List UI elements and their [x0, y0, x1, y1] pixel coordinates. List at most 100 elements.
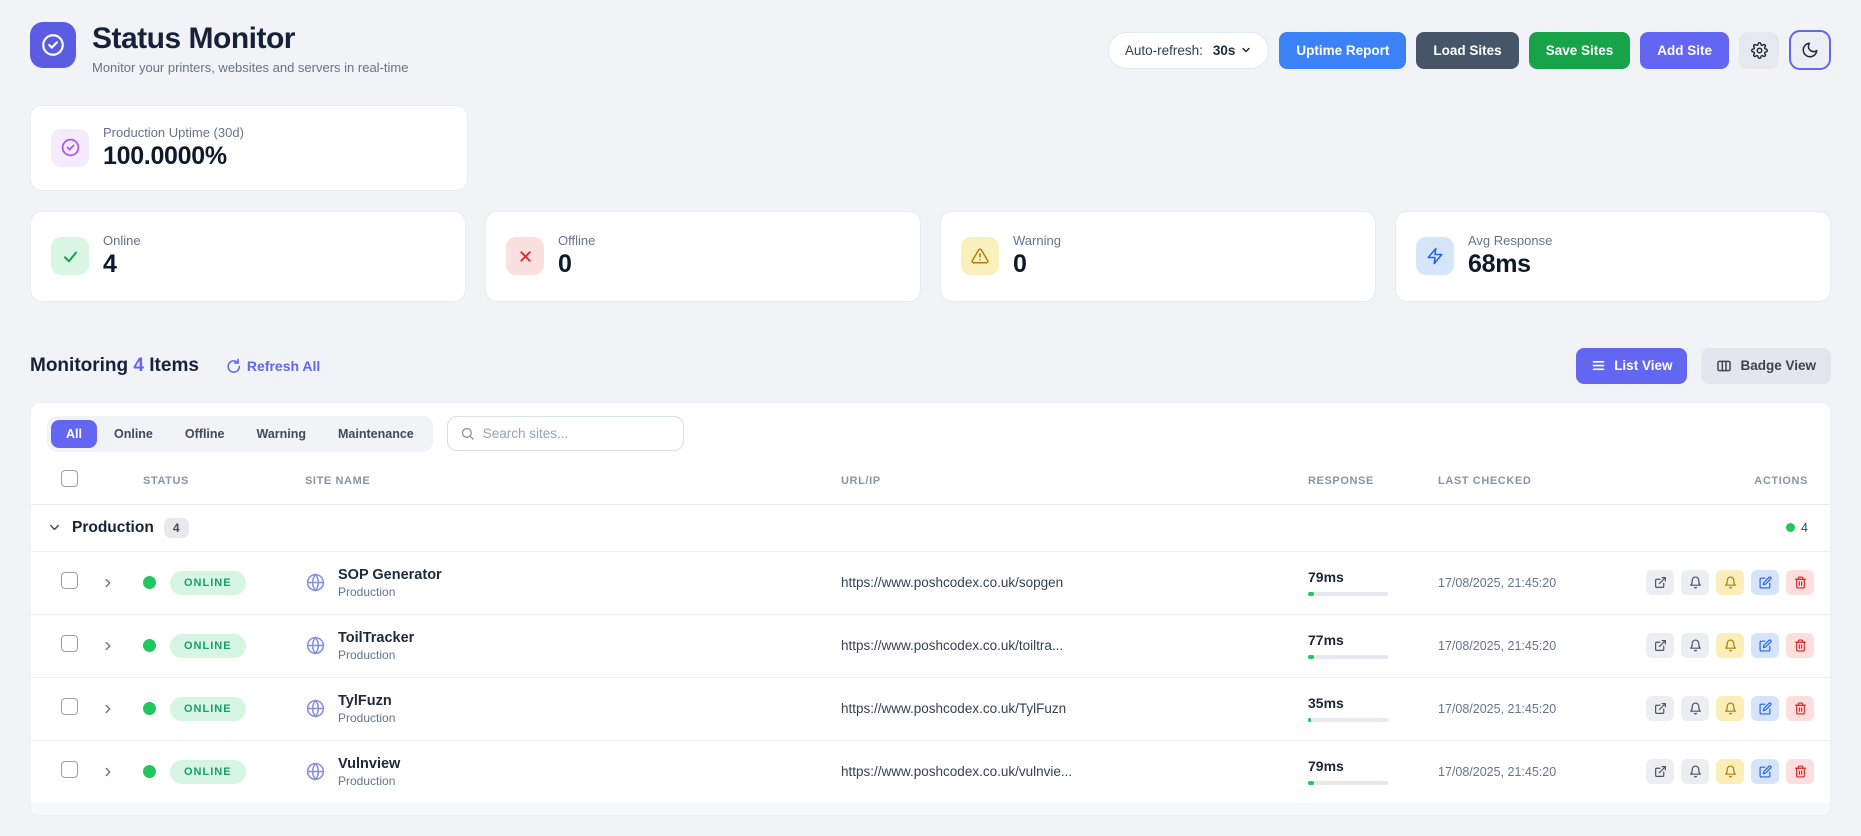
external-link-icon — [1654, 576, 1667, 589]
response-bar — [1308, 718, 1388, 722]
tab-all[interactable]: All — [51, 419, 97, 448]
table-row: ONLINE Vulnview Production https://www.p… — [31, 739, 1830, 803]
edit-icon — [1758, 765, 1772, 778]
bell-icon — [1689, 765, 1702, 778]
monitoring-bar: Monitoring 4 Items Refresh All List View — [30, 347, 1831, 384]
stat-value: 4 — [103, 250, 117, 278]
snooze-alerts-button[interactable] — [1716, 696, 1744, 721]
site-url: https://www.poshcodex.co.uk/toiltra... — [841, 638, 1064, 653]
avg-response-stat-card: Avg Response 68ms — [1395, 210, 1831, 302]
status-dot — [143, 576, 156, 589]
column-header-url: URL/IP — [841, 474, 881, 487]
list-view-button[interactable]: List View — [1576, 347, 1688, 384]
delete-site-button[interactable] — [1786, 759, 1814, 784]
edit-site-button[interactable] — [1751, 570, 1779, 595]
response-bar — [1308, 592, 1388, 596]
open-site-button[interactable] — [1646, 633, 1674, 658]
table-row: ONLINE TylFuzn Production https://www.po… — [31, 676, 1830, 740]
row-checkbox[interactable] — [61, 697, 78, 715]
response-time: 35ms — [1308, 695, 1344, 711]
snooze-alerts-button[interactable] — [1716, 570, 1744, 595]
table-header: STATUS SITE NAME URL/IP RESPONSE LAST CH… — [31, 464, 1830, 505]
site-name: Vulnview — [338, 755, 401, 772]
search-input[interactable] — [482, 426, 671, 441]
warning-stat-card: Warning 0 — [940, 210, 1376, 302]
stat-label: Offline — [558, 233, 596, 248]
delete-site-button[interactable] — [1786, 696, 1814, 721]
refresh-all-button[interactable]: Refresh All — [225, 358, 320, 374]
response-time: 77ms — [1308, 632, 1344, 648]
online-stat-card: Online 4 — [30, 210, 466, 302]
open-site-button[interactable] — [1646, 696, 1674, 721]
edit-icon — [1758, 576, 1772, 589]
status-badge: ONLINE — [170, 759, 246, 784]
chevron-right-icon[interactable] — [101, 576, 143, 590]
edit-icon — [1758, 702, 1772, 715]
trash-icon — [1794, 576, 1807, 589]
trash-icon — [1794, 702, 1807, 715]
uptime-label: Production Uptime (30d) — [103, 124, 244, 140]
row-checkbox[interactable] — [61, 760, 78, 778]
response-bar — [1308, 781, 1388, 785]
stat-label: Avg Response — [1468, 233, 1553, 248]
auto-refresh-label: Auto-refresh: — [1124, 42, 1203, 58]
status-badge: ONLINE — [170, 696, 246, 721]
globe-icon — [305, 635, 326, 656]
header-actions: Auto-refresh: 30s Uptime Report Load Sit… — [1107, 30, 1831, 70]
gear-icon — [1750, 41, 1768, 59]
edit-site-button[interactable] — [1751, 759, 1779, 784]
delete-site-button[interactable] — [1786, 570, 1814, 595]
chevron-down-icon[interactable] — [47, 520, 62, 535]
bell-icon — [1689, 576, 1702, 589]
load-sites-button[interactable]: Load Sites — [1416, 31, 1519, 69]
stat-label: Online — [103, 233, 141, 248]
stat-value: 0 — [558, 250, 572, 278]
settings-button[interactable] — [1739, 31, 1779, 69]
notify-button[interactable] — [1681, 570, 1709, 595]
bell-icon — [1689, 702, 1702, 715]
status-dot — [143, 765, 156, 778]
delete-site-button[interactable] — [1786, 633, 1814, 658]
status-dot — [143, 702, 156, 715]
group-row-production[interactable]: Production 4 4 — [31, 505, 1830, 551]
page-subtitle: Monitor your printers, websites and serv… — [92, 59, 409, 75]
snooze-bell-icon — [1724, 576, 1737, 589]
add-site-button[interactable]: Add Site — [1640, 31, 1729, 69]
snooze-alerts-button[interactable] — [1716, 633, 1744, 658]
notify-button[interactable] — [1681, 633, 1709, 658]
online-dot-icon — [1786, 523, 1796, 532]
save-sites-button[interactable]: Save Sites — [1528, 31, 1631, 69]
tab-online[interactable]: Online — [99, 420, 168, 448]
snooze-alerts-button[interactable] — [1716, 759, 1744, 784]
badge-view-button[interactable]: Badge View — [1701, 347, 1831, 384]
stat-cards: Online 4 Offline 0 Warning 0 Avg Respons… — [30, 210, 1831, 302]
row-checkbox[interactable] — [61, 571, 78, 589]
status-filter-tabs: All Online Offline Warning Maintenance — [47, 415, 433, 452]
response-bar — [1308, 655, 1388, 659]
uptime-report-button[interactable]: Uptime Report — [1279, 31, 1407, 69]
site-url: https://www.poshcodex.co.uk/sopgen — [841, 575, 1064, 590]
tab-offline[interactable]: Offline — [170, 420, 240, 448]
chevron-right-icon[interactable] — [101, 765, 143, 779]
chevron-right-icon[interactable] — [101, 639, 143, 653]
notify-button[interactable] — [1681, 696, 1709, 721]
app-logo — [30, 22, 76, 68]
open-site-button[interactable] — [1646, 570, 1674, 595]
tab-maintenance[interactable]: Maintenance — [323, 420, 429, 448]
edit-site-button[interactable] — [1751, 633, 1779, 658]
production-uptime-card: Production Uptime (30d) 100.0000% — [30, 104, 468, 191]
panel-footer — [31, 802, 1830, 815]
column-header-last-checked: LAST CHECKED — [1438, 474, 1532, 487]
auto-refresh-select[interactable]: 30s — [1213, 43, 1253, 58]
chevron-right-icon[interactable] — [101, 702, 143, 716]
x-icon — [506, 237, 544, 275]
status-monitor-page: Status Monitor Monitor your printers, we… — [0, 0, 1861, 816]
search-icon — [460, 426, 475, 441]
row-checkbox[interactable] — [61, 634, 78, 652]
open-site-button[interactable] — [1646, 759, 1674, 784]
edit-site-button[interactable] — [1751, 696, 1779, 721]
dark-mode-toggle[interactable] — [1789, 30, 1831, 70]
select-all-checkbox[interactable] — [61, 469, 78, 487]
tab-warning[interactable]: Warning — [241, 420, 321, 448]
notify-button[interactable] — [1681, 759, 1709, 784]
